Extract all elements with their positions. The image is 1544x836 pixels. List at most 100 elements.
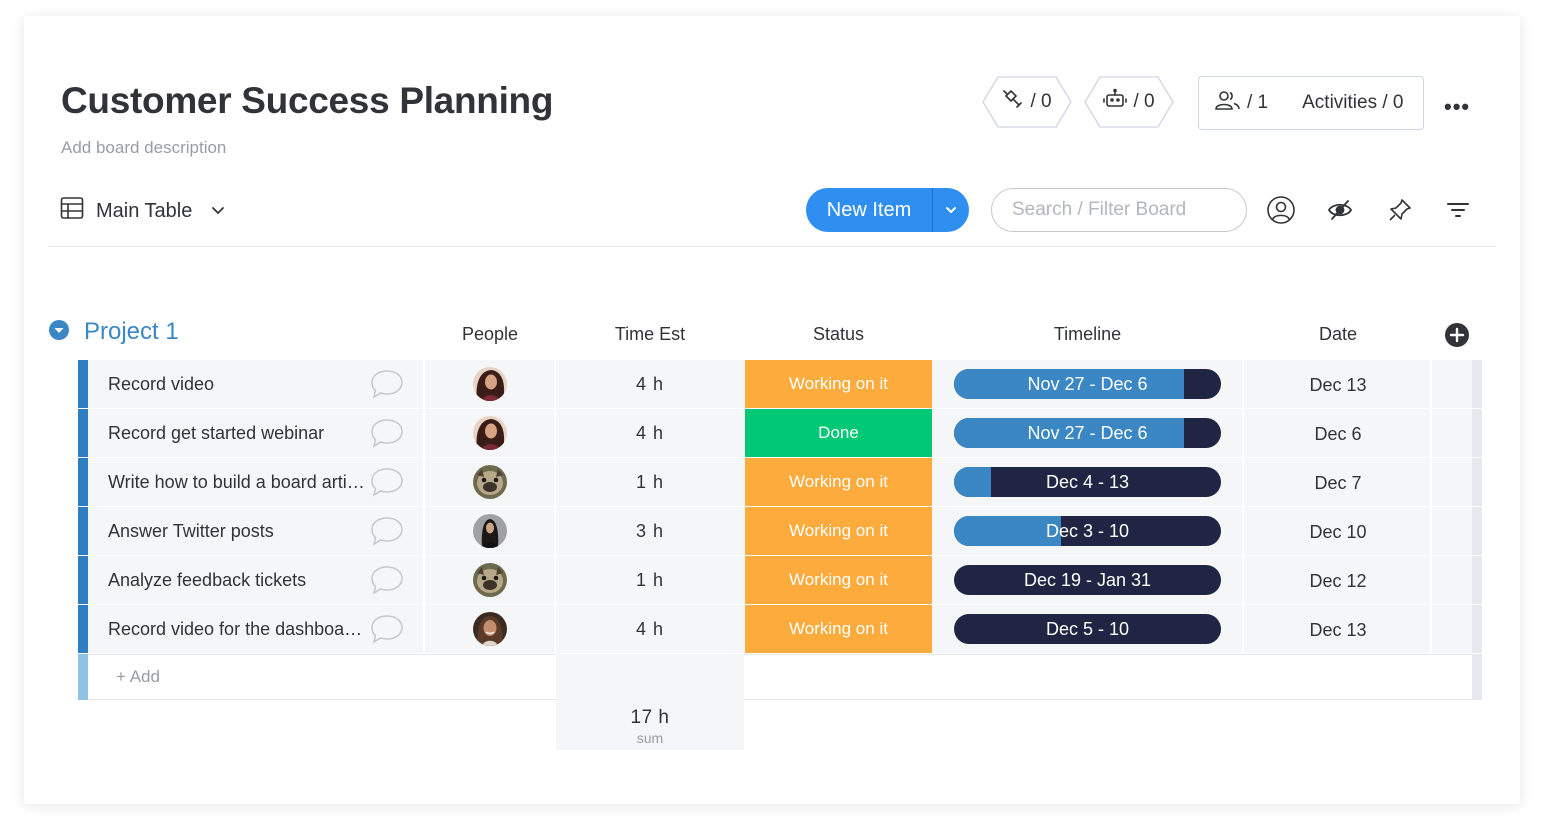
item-name[interactable]: Record get started webinar: [108, 409, 368, 457]
item-name[interactable]: Write how to build a board artic...: [108, 458, 368, 506]
timeline-bar[interactable]: Nov 27 - Dec 6: [954, 418, 1221, 448]
search-input[interactable]: [991, 188, 1247, 232]
members-button[interactable]: / 1: [1215, 89, 1268, 117]
item-name[interactable]: Record video for the dashboards: [108, 605, 368, 653]
automations-button[interactable]: / 0: [1084, 76, 1174, 128]
person-avatar[interactable]: [473, 416, 507, 450]
time-sum-label: sum: [636, 730, 664, 746]
automations-count: / 0: [1133, 91, 1155, 112]
updates-bubble-icon[interactable]: [370, 418, 404, 453]
table-row[interactable]: Record get started webinar 4 h Done Nov 27 …: [78, 409, 1482, 457]
group-color-bar: [78, 458, 88, 506]
robot-icon: [1103, 88, 1128, 116]
timeline-bar[interactable]: Dec 3 - 10: [954, 516, 1221, 546]
date-cell[interactable]: Dec 13: [1244, 605, 1432, 653]
hide-columns-icon[interactable]: [1324, 194, 1356, 226]
board-title[interactable]: Customer Success Planning: [61, 80, 553, 122]
view-selector[interactable]: Main Table: [60, 196, 226, 226]
item-name[interactable]: Answer Twitter posts: [108, 507, 368, 555]
date-cell[interactable]: Dec 6: [1244, 409, 1432, 457]
integrations-plug-icon: [1002, 88, 1024, 116]
members-count: / 1: [1247, 92, 1269, 113]
items-table: Record video 4 h Working on it Nov 27 - Dec…: [78, 360, 1482, 700]
add-item-row[interactable]: + Add: [78, 654, 1482, 700]
table-row[interactable]: Analyze feedback tickets 1 h Working on it…: [78, 556, 1482, 604]
group-color-bar: [78, 556, 88, 604]
board-description[interactable]: Add board description: [61, 138, 226, 158]
new-item-dropdown-icon[interactable]: [933, 205, 969, 215]
new-item-button[interactable]: New Item: [806, 199, 932, 222]
column-header-time-est[interactable]: Time Est: [556, 324, 744, 345]
time-est-cell[interactable]: 1 h: [556, 556, 744, 604]
status-cell[interactable]: Working on it: [745, 605, 932, 653]
table-row[interactable]: Answer Twitter posts 3 h Working on it Dec …: [78, 507, 1482, 555]
person-avatar[interactable]: [473, 612, 507, 646]
status-cell[interactable]: Working on it: [745, 507, 932, 555]
date-cell[interactable]: Dec 13: [1244, 360, 1432, 408]
time-est-cell[interactable]: 1 h: [556, 458, 744, 506]
status-cell[interactable]: Working on it: [745, 458, 932, 506]
table-row[interactable]: Record video for the dashboards 4 h Workin…: [78, 605, 1482, 653]
sort-filter-icon[interactable]: [1442, 194, 1474, 226]
timeline-bar[interactable]: Dec 5 - 10: [954, 614, 1221, 644]
timeline-bar[interactable]: Dec 19 - Jan 31: [954, 565, 1221, 595]
status-cell[interactable]: Done: [745, 409, 932, 457]
status-cell[interactable]: Working on it: [745, 556, 932, 604]
table-row[interactable]: Write how to build a board artic... 1 h Wo…: [78, 458, 1482, 506]
timeline-bar[interactable]: Dec 4 - 13: [954, 467, 1221, 497]
add-item-input[interactable]: + Add: [116, 654, 160, 700]
add-column-icon[interactable]: [1444, 322, 1470, 348]
person-avatar[interactable]: [473, 367, 507, 401]
chevron-down-icon[interactable]: [210, 200, 226, 223]
updates-bubble-icon[interactable]: [370, 516, 404, 551]
updates-bubble-icon[interactable]: [370, 369, 404, 404]
time-sum-value: 17 h: [630, 707, 670, 728]
person-filter-icon[interactable]: [1265, 194, 1297, 226]
person-avatar[interactable]: [473, 563, 507, 597]
time-sum-cell: 17 h sum: [556, 697, 744, 750]
item-name[interactable]: Record video: [108, 360, 368, 408]
integrations-button[interactable]: / 0: [982, 76, 1072, 128]
people-icon: [1215, 89, 1241, 117]
collapse-group-icon[interactable]: [48, 319, 70, 346]
group-color-bar: [78, 507, 88, 555]
column-header-people[interactable]: People: [436, 324, 544, 345]
timeline-label: Dec 3 - 10: [1045, 521, 1130, 541]
group-color-bar: [78, 360, 88, 408]
pin-icon[interactable]: [1384, 194, 1416, 226]
activities-button[interactable]: Activities / 0: [1302, 92, 1403, 114]
timeline-label: Dec 4 - 13: [1045, 472, 1130, 492]
column-header-date[interactable]: Date: [1244, 324, 1432, 345]
updates-bubble-icon[interactable]: [370, 565, 404, 600]
person-avatar[interactable]: [473, 465, 507, 499]
group-title[interactable]: Project 1: [84, 318, 179, 346]
column-header-status[interactable]: Status: [745, 324, 932, 345]
timeline-label: Dec 19 - Jan 31: [1023, 570, 1152, 590]
time-est-cell[interactable]: 4 h: [556, 605, 744, 653]
integrations-count: / 0: [1030, 91, 1052, 112]
group-header[interactable]: Project 1: [48, 318, 179, 346]
person-avatar[interactable]: [473, 514, 507, 548]
date-cell[interactable]: Dec 7: [1244, 458, 1432, 506]
updates-bubble-icon[interactable]: [370, 467, 404, 502]
timeline-label: Nov 27 - Dec 6: [1027, 423, 1148, 443]
table-row[interactable]: Record video 4 h Working on it Nov 27 - Dec…: [78, 360, 1482, 408]
updates-bubble-icon[interactable]: [370, 614, 404, 649]
group-color-bar: [78, 654, 88, 700]
item-name[interactable]: Analyze feedback tickets: [108, 556, 368, 604]
group-color-bar: [78, 605, 88, 653]
date-cell[interactable]: Dec 10: [1244, 507, 1432, 555]
timeline-bar[interactable]: Nov 27 - Dec 6: [954, 369, 1221, 399]
status-cell[interactable]: Working on it: [745, 360, 932, 408]
view-label: Main Table: [96, 199, 193, 222]
date-cell[interactable]: Dec 12: [1244, 556, 1432, 604]
time-est-cell[interactable]: 4 h: [556, 360, 744, 408]
time-est-cell[interactable]: 3 h: [556, 507, 744, 555]
members-activities-button[interactable]: / 1 Activities / 0: [1198, 76, 1424, 130]
time-est-cell[interactable]: 4 h: [556, 409, 744, 457]
board-card: Customer Success Planning Add board desc…: [24, 16, 1520, 804]
column-header-timeline[interactable]: Timeline: [954, 324, 1221, 345]
new-item-button-group: New Item: [806, 188, 969, 232]
more-options-icon[interactable]: •••: [1444, 94, 1470, 120]
toolbar-divider: [48, 246, 1496, 247]
